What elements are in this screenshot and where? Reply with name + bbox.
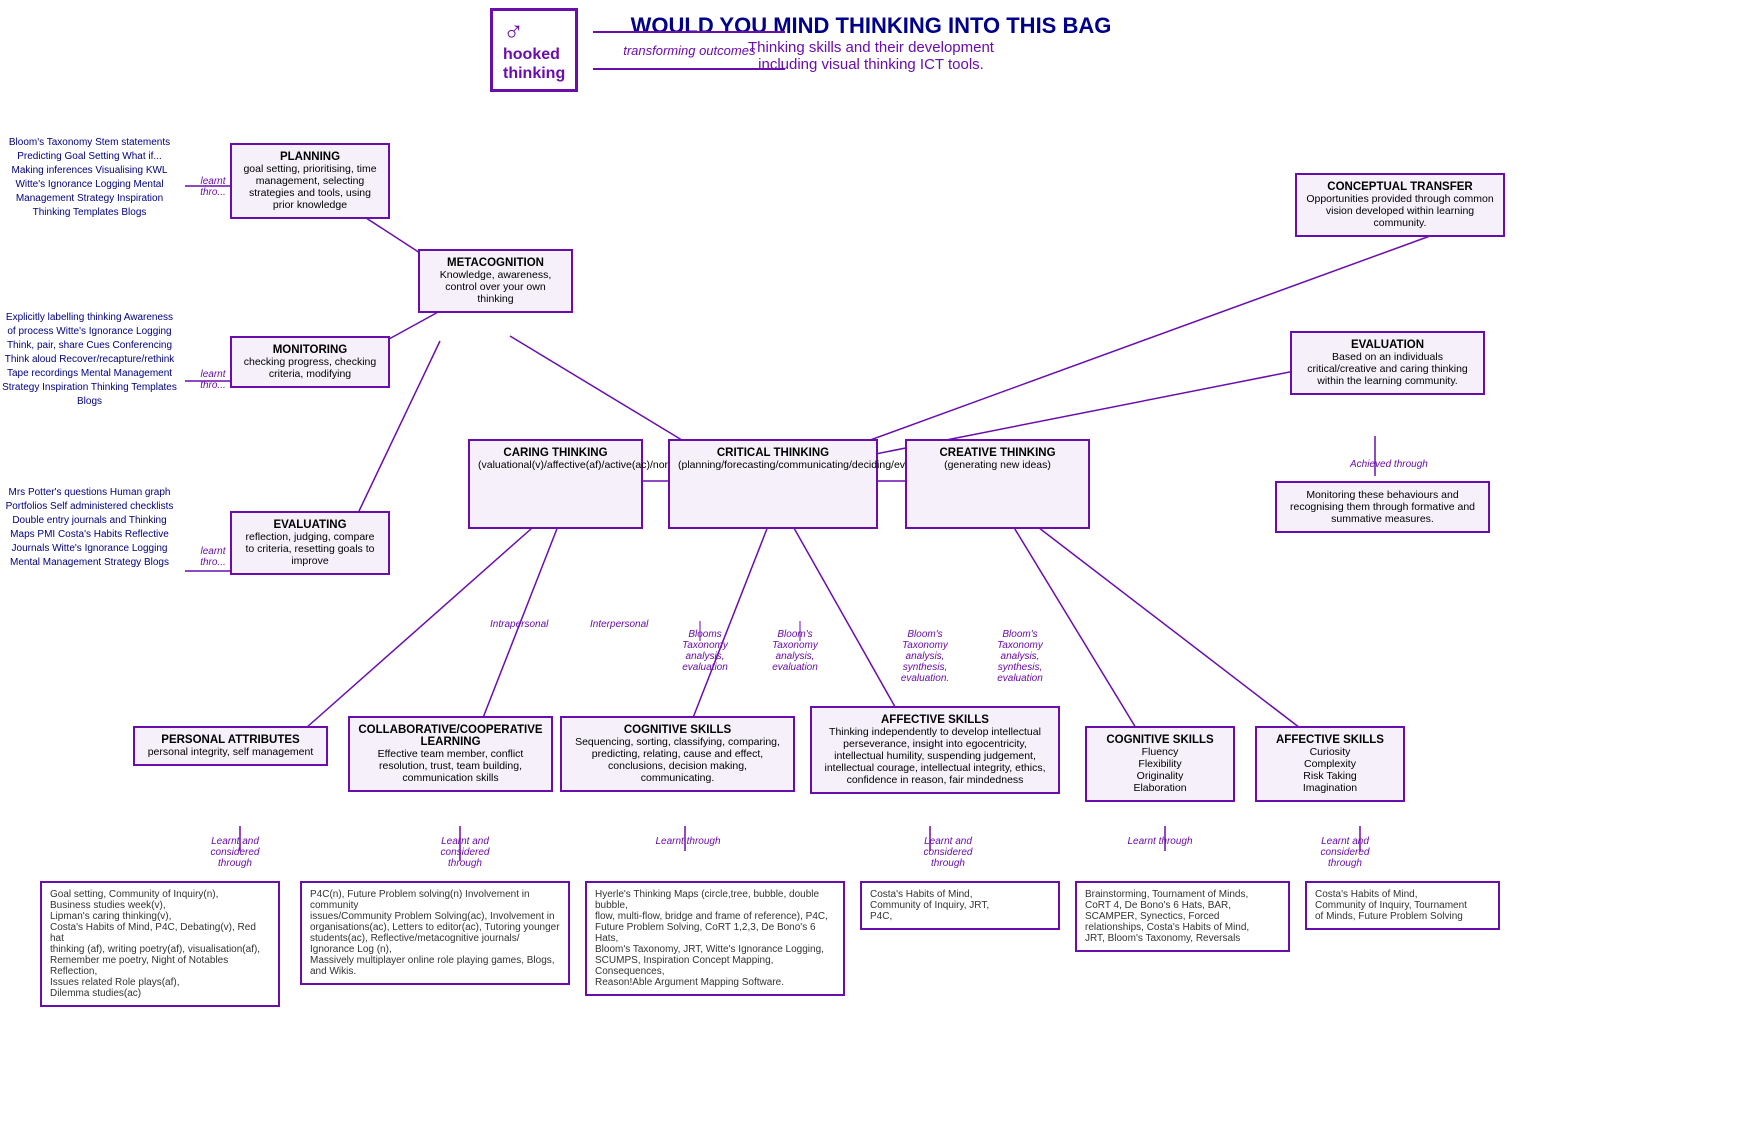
bottom-cognitive-right-box: Brainstorming, Tournament of Minds, CoRT… bbox=[1075, 881, 1290, 952]
bottom-affective-mid-box: Costa's Habits of Mind, Community of Inq… bbox=[860, 881, 1060, 930]
learnt-through-bot1: Learnt through bbox=[638, 836, 738, 847]
affective-skills-right-box: AFFECTIVE SKILLS Curiosity Complexity Ri… bbox=[1255, 726, 1405, 802]
learnt-through-bot2: Learnt through bbox=[1110, 836, 1210, 847]
cognitive-skills-mid-box: COGNITIVE SKILLS Sequencing, sorting, cl… bbox=[560, 716, 795, 792]
creative-thinking-box: CREATIVE THINKING (generating new ideas) bbox=[905, 439, 1090, 529]
monitoring-right-box: Monitoring these behaviours and recognis… bbox=[1275, 481, 1490, 533]
learnt-considered-3: Learnt andconsideredthrough bbox=[888, 836, 1008, 869]
learnt-considered-4: Learnt andconsideredthrough bbox=[1285, 836, 1405, 869]
bottom-affective-right-box: Costa's Habits of Mind, Community of Inq… bbox=[1305, 881, 1500, 930]
achieved-through-label: Achieved through bbox=[1350, 459, 1428, 470]
conceptual-transfer-box: CONCEPTUAL TRANSFER Opportunities provid… bbox=[1295, 173, 1505, 237]
logo-text: hooked thinking bbox=[503, 45, 565, 83]
planning-box: PLANNING goal setting, prioritising, tim… bbox=[230, 143, 390, 219]
logo-box: ♂ hooked thinking bbox=[490, 8, 578, 92]
learnt-considered-1: Learnt andconsideredthrough bbox=[175, 836, 295, 869]
affective-skills-mid-box: AFFECTIVE SKILLS Thinking independently … bbox=[810, 706, 1060, 794]
blooms-1-label: BloomsTaxonomyanalysis,evaluation bbox=[665, 629, 745, 673]
bottom-cognitive-mid-box: Hyerle's Thinking Maps (circle,tree, bub… bbox=[585, 881, 845, 996]
main-title: WOULD YOU MIND THINKING INTO THIS BAG bbox=[20, 13, 1722, 39]
blooms-3-label: Bloom'sTaxonomyanalysis,synthesis,evalua… bbox=[885, 629, 965, 684]
bottom-personal-box: Goal setting, Community of Inquiry(n), B… bbox=[40, 881, 280, 1007]
bottom-collaborative-box: P4C(n), Future Problem solving(n) Involv… bbox=[300, 881, 570, 985]
logo-icon: ♂ bbox=[503, 17, 524, 45]
monitoring-box: MONITORING checking progress, checking c… bbox=[230, 336, 390, 388]
blooms-2-label: Bloom'sTaxonomyanalysis,evaluation bbox=[755, 629, 835, 673]
left-text-mid-top: Explicitly labelling thinking Awareness … bbox=[2, 311, 177, 409]
evaluating-box: EVALUATING reflection, judging, compare … bbox=[230, 511, 390, 575]
interpersonal-label: Interpersonal bbox=[590, 619, 648, 630]
logo-tagline: transforming outcomes bbox=[623, 43, 755, 58]
metacognition-box: METACOGNITION Knowledge, awareness, cont… bbox=[418, 249, 573, 313]
personal-attributes-box: PERSONAL ATTRIBUTES personal integrity, … bbox=[133, 726, 328, 766]
critical-thinking-box: CRITICAL THINKING (planning/forecasting/… bbox=[668, 439, 878, 529]
evaluation-right-box: EVALUATION Based on an individuals criti… bbox=[1290, 331, 1485, 395]
intrapersonal-label: Intrapersonal bbox=[490, 619, 548, 630]
learnt-considered-2: Learnt andconsideredthrough bbox=[405, 836, 525, 869]
collaborative-box: COLLABORATIVE/COOPERATIVE LEARNING Effec… bbox=[348, 716, 553, 792]
caring-thinking-box: CARING THINKING (valuational(v)/affectiv… bbox=[468, 439, 643, 529]
mindmap: Bloom's Taxonomy Stem statements Predict… bbox=[0, 81, 1742, 1121]
sub-title: Thinking skills and their developmentinc… bbox=[20, 39, 1722, 73]
cognitive-skills-right-box: COGNITIVE SKILLS Fluency Flexibility Ori… bbox=[1085, 726, 1235, 802]
page-container: ♂ hooked thinking transforming outcomes … bbox=[0, 0, 1742, 1121]
blooms-4-label: Bloom'sTaxonomyanalysis,synthesis,evalua… bbox=[980, 629, 1060, 684]
header: ♂ hooked thinking transforming outcomes … bbox=[0, 0, 1742, 81]
left-text-top: Bloom's Taxonomy Stem statements Predict… bbox=[2, 136, 177, 220]
left-text-mid-bot: Mrs Potter's questions Human graph Portf… bbox=[2, 486, 177, 570]
